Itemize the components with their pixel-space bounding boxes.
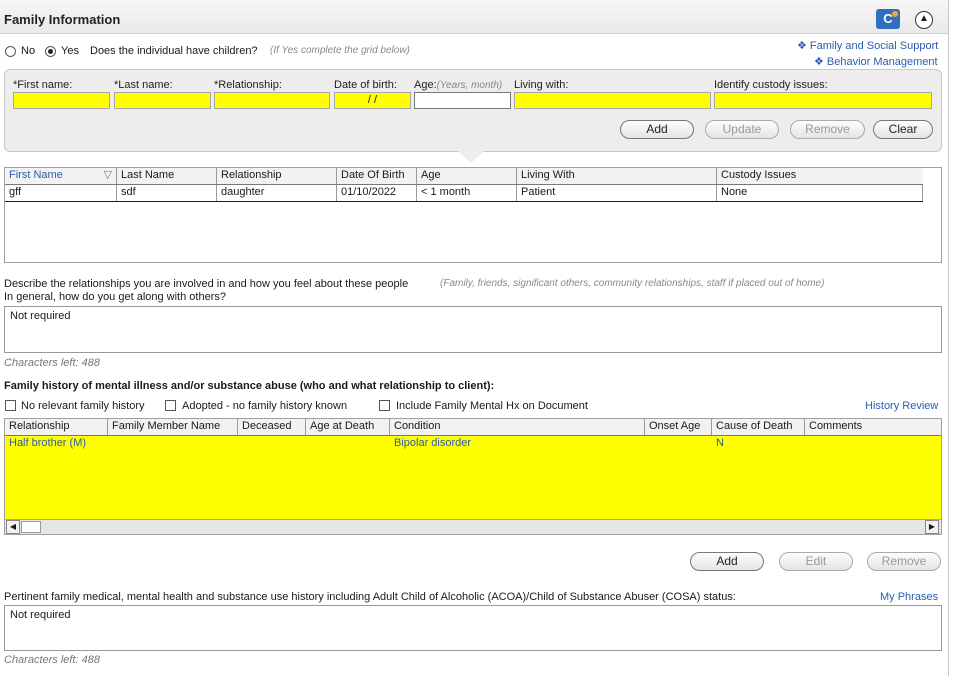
collapse-up-icon[interactable]: ▲ <box>915 11 933 29</box>
pertinent-prompt: Pertinent family medical, mental health … <box>4 591 736 603</box>
living-with-input[interactable] <box>514 92 711 109</box>
first-name-input[interactable] <box>13 92 110 109</box>
checkbox-no-history[interactable] <box>5 400 16 411</box>
link-family-support-label: Family and Social Support <box>809 40 939 52</box>
fh-add-button[interactable]: Add <box>690 552 764 571</box>
section-header <box>0 0 948 34</box>
col-fh-onset[interactable]: Onset Age <box>645 419 712 435</box>
child-add-button[interactable]: Add <box>620 120 694 139</box>
checkbox-no-history-label: No relevant family history <box>21 400 145 412</box>
checkbox-adopted[interactable] <box>165 400 176 411</box>
fh-edit-button[interactable]: Edit <box>779 552 853 571</box>
filter-icon[interactable]: ▽ <box>104 168 112 183</box>
age-label: Age:(Years, month) <box>414 79 502 91</box>
my-phrases-link[interactable]: My Phrases <box>880 591 938 603</box>
col-first-name-label: First Name <box>9 169 63 181</box>
children-hint: (If Yes complete the grid below) <box>270 45 410 56</box>
custody-label: Identify custody issues: <box>714 79 828 91</box>
children-grid: First Name ▽ Last Name Relationship Date … <box>4 167 942 263</box>
col-fh-age-death[interactable]: Age at Death <box>306 419 390 435</box>
last-name-label: *Last name: <box>114 79 173 91</box>
checkbox-adopted-label: Adopted - no family history known <box>182 400 348 412</box>
radio-no-label: No <box>21 45 36 57</box>
link-family-support[interactable]: ❖ Family and Social Support <box>797 39 938 52</box>
col-fh-comments[interactable]: Comments <box>805 419 941 435</box>
relationships-chars-left: Characters left: 488 <box>4 357 100 369</box>
cell-custody: None <box>717 185 923 201</box>
relationship-label: *Relationship: <box>214 79 282 91</box>
col-age[interactable]: Age <box>417 168 517 184</box>
last-name-input[interactable] <box>114 92 211 109</box>
age-input[interactable] <box>414 92 511 109</box>
col-fh-member-name[interactable]: Family Member Name <box>108 419 238 435</box>
col-custody[interactable]: Custody Issues <box>717 168 923 184</box>
dob-label: Date of birth: <box>334 79 397 91</box>
col-dob[interactable]: Date Of Birth <box>337 168 417 184</box>
horizontal-scrollbar[interactable]: ◀ ▶ <box>5 519 941 534</box>
table-row[interactable]: gff sdf daughter 01/10/2022 < 1 month Pa… <box>5 185 923 202</box>
table-row[interactable]: Half brother (M) Bipolar disorder N <box>5 436 941 452</box>
cell-fh-cause-death: N <box>716 437 724 449</box>
link-behavior-management[interactable]: ❖ Behavior Management <box>814 55 938 68</box>
living-with-label: Living with: <box>514 79 569 91</box>
children-question: Does the individual have children? <box>90 45 258 57</box>
age-label-text: Age: <box>414 79 437 91</box>
custody-input[interactable] <box>714 92 932 109</box>
cell-living-with: Patient <box>517 185 717 201</box>
col-living-with[interactable]: Living With <box>517 168 717 184</box>
first-name-label: *First name: <box>13 79 73 91</box>
col-first-name[interactable]: First Name ▽ <box>5 168 117 184</box>
col-last-name[interactable]: Last Name <box>117 168 217 184</box>
radio-no[interactable] <box>5 46 16 57</box>
dob-input[interactable]: / / <box>334 92 411 109</box>
smart-tool-icon[interactable]: C <box>876 9 900 29</box>
fh-remove-button[interactable]: Remove <box>867 552 941 571</box>
panel-pointer <box>458 151 484 163</box>
history-review-link[interactable]: History Review <box>865 400 938 412</box>
scroll-thumb[interactable] <box>21 521 41 533</box>
relationships-prompt2: In general, how do you get along with ot… <box>4 291 226 303</box>
col-relationship[interactable]: Relationship <box>217 168 337 184</box>
cell-dob: 01/10/2022 <box>337 185 417 201</box>
family-grid-header: Relationship Family Member Name Deceased… <box>5 419 941 436</box>
family-history-grid: Relationship Family Member Name Deceased… <box>4 418 942 535</box>
age-hint: (Years, month) <box>436 80 503 91</box>
cell-fh-condition: Bipolar disorder <box>394 437 472 449</box>
link-behavior-label: Behavior Management <box>826 56 938 68</box>
cell-relationship: daughter <box>217 185 337 201</box>
child-remove-button[interactable]: Remove <box>790 120 865 139</box>
col-fh-cause-death[interactable]: Cause of Death <box>712 419 805 435</box>
col-fh-condition[interactable]: Condition <box>390 419 645 435</box>
col-fh-relationship[interactable]: Relationship <box>5 419 108 435</box>
radio-yes[interactable] <box>45 46 56 57</box>
checkbox-include-hx[interactable] <box>379 400 390 411</box>
relationships-hint: (Family, friends, significant others, co… <box>440 278 825 289</box>
cell-age: < 1 month <box>417 185 517 201</box>
child-clear-button[interactable]: Clear <box>873 120 933 139</box>
child-update-button[interactable]: Update <box>705 120 779 139</box>
family-history-title: Family history of mental illness and/or … <box>4 380 495 392</box>
right-border <box>948 0 949 676</box>
cell-first-name: gff <box>5 185 117 201</box>
section-title: Family Information <box>4 12 121 27</box>
cell-fh-relationship: Half brother (M) <box>9 437 87 449</box>
col-fh-deceased[interactable]: Deceased <box>238 419 306 435</box>
scroll-right-icon[interactable]: ▶ <box>925 520 939 534</box>
relationships-prompt: Describe the relationships you are invol… <box>4 278 409 290</box>
pertinent-textarea[interactable]: Not required <box>4 605 942 651</box>
relationship-input[interactable] <box>214 92 330 109</box>
radio-yes-label: Yes <box>61 45 79 57</box>
checkbox-include-hx-label: Include Family Mental Hx on Document <box>396 400 588 412</box>
cell-last-name: sdf <box>117 185 217 201</box>
scroll-left-icon[interactable]: ◀ <box>6 520 20 534</box>
children-grid-header: First Name ▽ Last Name Relationship Date … <box>5 168 923 185</box>
pertinent-chars-left: Characters left: 488 <box>4 654 100 666</box>
relationships-textarea[interactable]: Not required <box>4 306 942 353</box>
